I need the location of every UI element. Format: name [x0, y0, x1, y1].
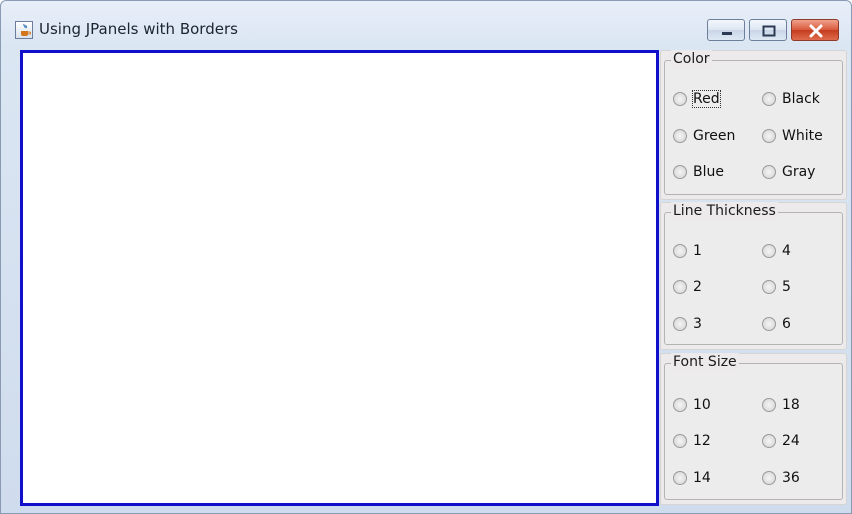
- radio-font-36[interactable]: 36: [762, 470, 800, 486]
- radio-indicator: [762, 471, 776, 485]
- radio-thickness-3[interactable]: 3: [673, 316, 702, 332]
- radio-indicator: [762, 317, 776, 331]
- radio-color-gray[interactable]: Gray: [762, 164, 815, 180]
- radio-indicator: [673, 244, 687, 258]
- line-thickness-group-title: Line Thickness: [671, 202, 778, 220]
- radio-label: 18: [782, 397, 800, 413]
- radio-color-green[interactable]: Green: [673, 128, 735, 144]
- radio-indicator: [673, 471, 687, 485]
- radio-label: Green: [693, 128, 736, 144]
- font-size-group-title: Font Size: [671, 353, 739, 371]
- radio-thickness-2[interactable]: 2: [673, 279, 702, 295]
- radio-color-blue[interactable]: Blue: [673, 164, 724, 180]
- maximize-button[interactable]: [749, 19, 787, 41]
- radio-label: Gray: [782, 164, 816, 180]
- radio-indicator: [762, 92, 776, 106]
- radio-label: 2: [693, 279, 702, 295]
- radio-indicator: [762, 165, 776, 179]
- title-bar[interactable]: Using JPanels with Borders: [1, 1, 851, 45]
- radio-font-12[interactable]: 12: [673, 433, 711, 449]
- radio-indicator: [762, 434, 776, 448]
- radio-color-white[interactable]: White: [762, 128, 823, 144]
- radio-thickness-1[interactable]: 1: [673, 243, 702, 259]
- radio-label: 4: [782, 243, 791, 259]
- radio-label: 14: [693, 470, 711, 486]
- radio-label: 5: [782, 279, 791, 295]
- radio-thickness-5[interactable]: 5: [762, 279, 791, 295]
- color-group: Color Red Black Green White Blue Gray: [660, 50, 847, 200]
- radio-indicator: [762, 129, 776, 143]
- radio-indicator: [762, 244, 776, 258]
- font-size-group: Font Size 10 18 12 24 14 36: [660, 353, 847, 505]
- java-cup-icon: [15, 21, 33, 39]
- radio-indicator: [762, 280, 776, 294]
- radio-font-10[interactable]: 10: [673, 397, 711, 413]
- minimize-button[interactable]: [707, 19, 745, 41]
- radio-label: Blue: [693, 164, 724, 180]
- radio-thickness-4[interactable]: 4: [762, 243, 791, 259]
- close-icon: [809, 24, 823, 38]
- radio-label: 1: [693, 243, 702, 259]
- radio-indicator: [762, 398, 776, 412]
- radio-font-24[interactable]: 24: [762, 433, 800, 449]
- radio-label: 10: [693, 397, 711, 413]
- color-group-title: Color: [671, 50, 712, 68]
- radio-indicator: [673, 398, 687, 412]
- radio-indicator: [673, 280, 687, 294]
- radio-label: 36: [782, 470, 800, 486]
- close-button[interactable]: [791, 19, 839, 41]
- radio-indicator: [673, 129, 687, 143]
- app-window: Using JPanels with Borders Color Red Bla…: [0, 0, 852, 514]
- radio-thickness-6[interactable]: 6: [762, 316, 791, 332]
- radio-indicator: [673, 317, 687, 331]
- radio-label: Red: [692, 90, 721, 108]
- radio-color-black[interactable]: Black: [762, 91, 820, 107]
- minimize-icon: [722, 32, 732, 35]
- radio-label: 12: [693, 433, 711, 449]
- window-title: Using JPanels with Borders: [39, 20, 238, 38]
- radio-label: 3: [693, 316, 702, 332]
- radio-font-14[interactable]: 14: [673, 470, 711, 486]
- radio-font-18[interactable]: 18: [762, 397, 800, 413]
- radio-color-red[interactable]: Red: [673, 90, 721, 108]
- radio-indicator: [673, 434, 687, 448]
- radio-label: 6: [782, 316, 791, 332]
- radio-label: Black: [782, 91, 820, 107]
- drawing-panel[interactable]: [20, 50, 659, 506]
- radio-label: White: [782, 128, 823, 144]
- radio-indicator: [673, 165, 687, 179]
- radio-label: 24: [782, 433, 800, 449]
- maximize-icon: [762, 25, 776, 37]
- line-thickness-group: Line Thickness 1 4 2 5 3 6: [660, 202, 847, 350]
- radio-indicator: [673, 92, 687, 106]
